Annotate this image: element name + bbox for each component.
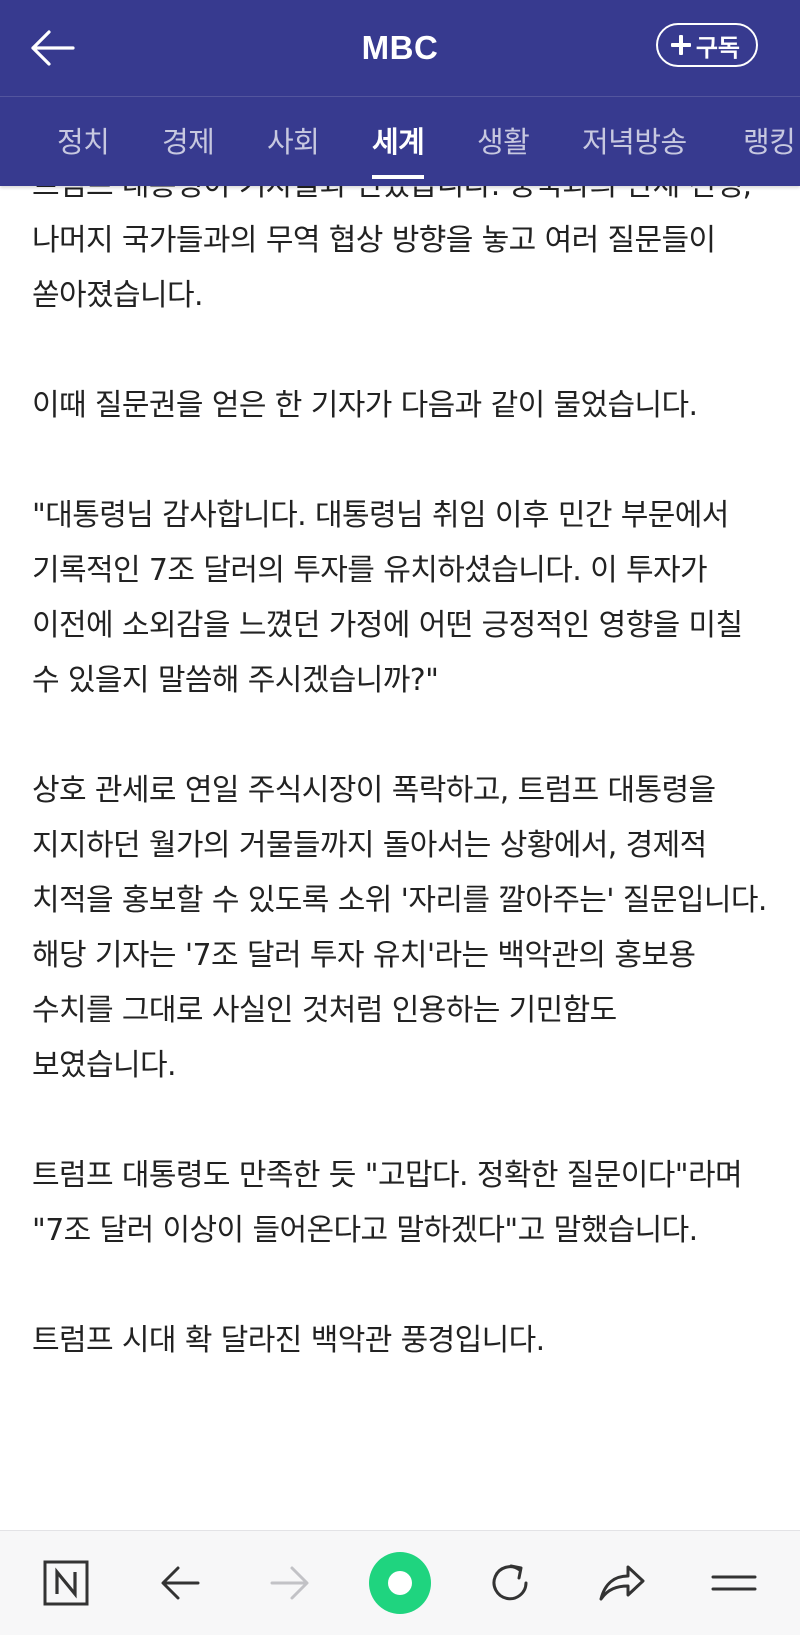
- share-button[interactable]: [582, 1531, 662, 1635]
- browser-forward-button[interactable]: [250, 1531, 330, 1635]
- refresh-button[interactable]: [470, 1531, 550, 1635]
- tab-evening-news[interactable]: 저녁방송: [582, 97, 687, 187]
- bottom-toolbar: [0, 1530, 800, 1635]
- naver-n-icon: [43, 1560, 89, 1606]
- tab-ranking[interactable]: 랭킹: [743, 97, 796, 187]
- naver-home-button[interactable]: [26, 1531, 106, 1635]
- article-paragraph-3: "대통령님 감사합니다. 대통령님 취임 이후 민간 부문에서 기록적인 7조 …: [32, 498, 743, 698]
- forward-arrow-icon: [270, 1566, 309, 1600]
- refresh-icon: [492, 1564, 528, 1601]
- menu-button[interactable]: [694, 1531, 774, 1635]
- top-bar: MBC 구독: [0, 0, 800, 97]
- tab-life[interactable]: 생활: [477, 97, 530, 187]
- back-arrow-icon: [161, 1566, 200, 1600]
- menu-icon: [711, 1575, 757, 1591]
- browser-back-button[interactable]: [140, 1531, 220, 1635]
- green-action-button[interactable]: [360, 1531, 440, 1635]
- article-paragraph-6: 트럼프 시대 확 달라진 백악관 풍경입니다.: [32, 1323, 545, 1358]
- share-icon: [599, 1565, 645, 1601]
- green-button-dot: [388, 1571, 412, 1595]
- header: MBC 구독 톱 정치 경제 사회 세계 생활 저녁방송 랭킹: [0, 0, 800, 186]
- article-paragraph-5: 트럼프 대통령도 만족한 듯 "고맙다. 정확한 질문이다"라며 "7조 달러 …: [32, 1158, 743, 1248]
- article-body: 트럼프 대통령이 기자들과 만났습니다. 중국과의 관세 전쟁, 나머지 국가들…: [0, 158, 800, 1423]
- tab-politics[interactable]: 정치: [57, 97, 110, 187]
- tab-world[interactable]: 세계: [372, 97, 425, 187]
- tab-economy[interactable]: 경제: [162, 97, 215, 187]
- subscribe-button[interactable]: 구독: [655, 23, 758, 67]
- plus-icon: [670, 34, 692, 56]
- category-tabs: 톱 정치 경제 사회 세계 생활 저녁방송 랭킹: [0, 97, 800, 187]
- subscribe-label: 구독: [695, 33, 740, 62]
- green-dot-icon: [369, 1552, 431, 1614]
- tab-society[interactable]: 사회: [267, 97, 320, 187]
- article-paragraph-4: 상호 관세로 연일 주식시장이 폭락하고, 트럼프 대통령을 지지하던 월가의 …: [32, 773, 767, 1083]
- page: 트럼프 대통령이 기자들과 만났습니다. 중국과의 관세 전쟁, 나머지 국가들…: [0, 0, 800, 1635]
- article-paragraph-2: 이때 질문권을 얻은 한 기자가 다음과 같이 물었습니다.: [32, 388, 698, 423]
